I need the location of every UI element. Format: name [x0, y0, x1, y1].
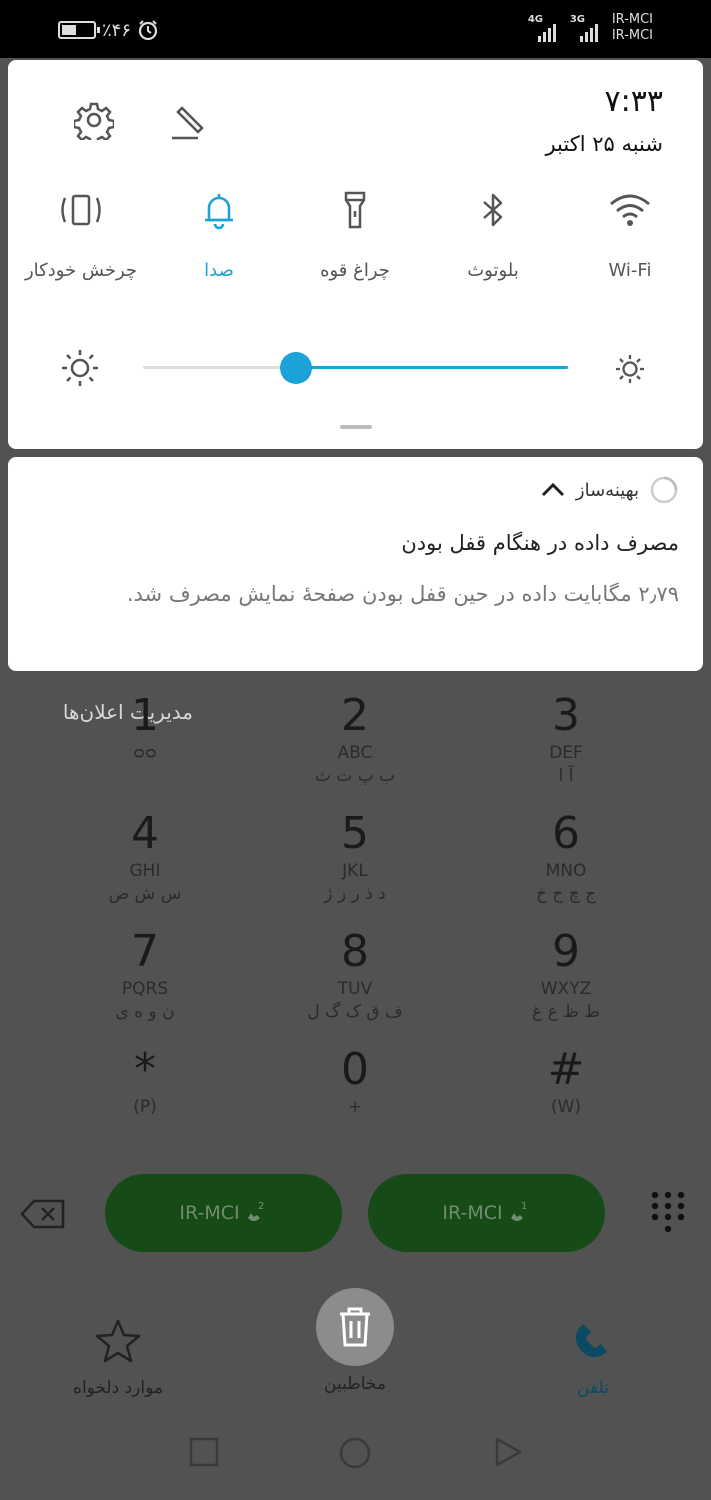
svg-text:1: 1: [521, 1201, 527, 1212]
dialpad-key[interactable]: 5 JKL د ذ ر ز ژ: [255, 808, 455, 906]
brightness-row: [8, 330, 703, 400]
back-triangle-icon[interactable]: [492, 1436, 524, 1468]
optimizer-app-icon: [650, 476, 678, 504]
settings-gear-icon[interactable]: [74, 100, 114, 140]
dialpad-key[interactable]: 9 WXYZ ط ظ ع غ: [466, 926, 666, 1024]
dialpad-key[interactable]: # (W): [466, 1044, 666, 1118]
carrier-names: IR-MCI IR-MCI: [611, 12, 653, 43]
dialpad-key-farsi-letters: ب پ ت ث: [314, 766, 396, 786]
dialpad-key-digit: 8: [341, 926, 369, 977]
signal-icon-sim1: 4G: [528, 12, 562, 42]
dialpad-key-digit: *: [134, 1044, 156, 1095]
call-button-sim2[interactable]: IR-MCI 2: [105, 1174, 342, 1252]
dialpad-key-letters: DEF: [549, 743, 583, 763]
wifi-icon: [610, 194, 650, 226]
brightness-slider[interactable]: [143, 366, 568, 369]
tab-phone[interactable]: تلفن: [503, 1318, 683, 1398]
dialpad-key-farsi-letters: د ذ ر ز ژ: [324, 884, 386, 904]
phone-icon: [575, 1324, 607, 1358]
notification-title: مصرف داده در هنگام قفل بودن: [401, 531, 679, 555]
dialpad-key[interactable]: 1 ᴑᴑ: [45, 690, 245, 764]
dialpad-key-farsi-letters: س ش ص: [108, 884, 182, 904]
dialpad-key-letters: ᴑᴑ: [133, 743, 157, 763]
dialpad-key-letters: (P): [133, 1097, 157, 1117]
dialpad-key-letters: WXYZ: [540, 979, 592, 999]
dialpad-key-digit: 3: [552, 690, 580, 741]
status-right: 4G 3G IR-MCI IR-MCI: [528, 12, 653, 44]
signal-icon-sim2: 3G: [570, 12, 604, 42]
dialpad-key-letters: PQRS: [121, 979, 169, 999]
brightness-high-icon: [62, 350, 98, 386]
tab-contacts[interactable]: مخاطبین: [265, 1318, 445, 1394]
tile-flashlight[interactable]: چراغ قوه: [290, 190, 420, 281]
dialpad-key-digit: 7: [131, 926, 159, 977]
brightness-slider-thumb[interactable]: [279, 352, 312, 384]
tile-wifi[interactable]: Wi-Fi: [565, 190, 695, 281]
dialpad-key-letters: GHI: [129, 861, 161, 881]
star-icon: [95, 1319, 141, 1363]
status-left: ٪۴۶: [58, 16, 159, 44]
dialpad-toggle-icon[interactable]: [650, 1190, 686, 1236]
dialpad-key-farsi-letters: ط ظ ع غ: [532, 1002, 600, 1022]
battery-percent: ٪۴۶: [102, 19, 132, 41]
auto-rotate-icon: [61, 194, 101, 226]
dialpad-key-digit: 5: [341, 808, 369, 859]
dialpad-key-farsi-letters: آ ا: [558, 766, 574, 786]
flashlight-icon: [344, 191, 366, 229]
dialpad-key-letters: (W): [550, 1097, 582, 1117]
dialpad-key-digit: 0: [341, 1044, 369, 1095]
tile-auto-rotate[interactable]: چرخش خودکار: [16, 190, 146, 281]
dialpad-key-digit: 2: [341, 690, 369, 741]
dialpad-key-farsi-letters: ف ق ک گ ل: [307, 1002, 403, 1022]
alarm-icon: [138, 20, 158, 41]
dialpad-key-letters: +: [347, 1097, 363, 1117]
dialpad-key-digit: 6: [552, 808, 580, 859]
brightness-low-icon: [616, 355, 644, 383]
dialpad-key[interactable]: 0 +: [255, 1044, 455, 1118]
call-button-sim1[interactable]: IR-MCI 1: [368, 1174, 605, 1252]
tile-bluetooth[interactable]: بلوتوث: [428, 190, 558, 281]
recents-square-icon[interactable]: [188, 1436, 220, 1468]
quick-settings-panel: ۷:۳۳ شنبه ۲۵ اکتبر چرخش خودکار صدا چراغ …: [8, 60, 703, 449]
clock-date: شنبه ۲۵ اکتبر: [545, 132, 663, 156]
dialpad-key[interactable]: 6 MNO ج چ ح خ: [466, 808, 666, 906]
dialpad-key[interactable]: 7 PQRS ن و ه ی: [45, 926, 245, 1024]
dialpad-key-digit: 9: [552, 926, 580, 977]
backspace-icon[interactable]: [20, 1198, 66, 1230]
dialpad-key-digit: #: [547, 1044, 585, 1095]
dialpad-key-letters: MNO: [545, 861, 587, 881]
contacts-icon: [265, 1318, 445, 1364]
panel-drag-handle[interactable]: [340, 425, 372, 429]
phone-sim1-icon: 1: [510, 1201, 527, 1221]
dialpad-key-digit: 1: [131, 690, 159, 741]
phone-sim2-icon: 2: [247, 1201, 264, 1221]
bell-icon: [205, 194, 233, 230]
dialpad-key-digit: 4: [131, 808, 159, 859]
dialpad-key[interactable]: 8 TUV ف ق ک گ ل: [255, 926, 455, 1024]
dialpad-key-letters: JKL: [342, 861, 368, 881]
dialpad-key[interactable]: * (P): [45, 1044, 245, 1118]
svg-text:2: 2: [258, 1201, 264, 1212]
dialpad-key-farsi-letters: ن و ه ی: [115, 1002, 175, 1022]
notification-header: بهینه‌ساز: [540, 475, 679, 505]
dialpad-key[interactable]: 4 GHI س ش ص: [45, 808, 245, 906]
status-bar: ٪۴۶ 4G 3G IR-MCI IR-MCI: [0, 0, 711, 58]
notification-card[interactable]: بهینه‌ساز مصرف داده در هنگام قفل بودن ۲٫…: [8, 457, 703, 671]
clock-time: ۷:۳۳: [604, 84, 663, 119]
notification-app-name: بهینه‌ساز: [575, 479, 639, 501]
dialpad-key-letters: TUV: [337, 979, 373, 999]
edit-pencil-icon[interactable]: [168, 102, 212, 142]
dialpad-key-letters: ABC: [337, 743, 373, 763]
dialpad-key-farsi-letters: ج چ ح خ: [535, 884, 597, 904]
tab-favorites[interactable]: موارد دلخواه: [28, 1318, 208, 1398]
dialpad-key[interactable]: 2 ABC ب پ ت ث: [255, 690, 455, 788]
chevron-up-icon[interactable]: [540, 480, 566, 500]
tile-sound[interactable]: صدا: [154, 190, 284, 281]
home-circle-icon[interactable]: [338, 1436, 372, 1470]
dialpad-key[interactable]: 3 DEF آ ا: [466, 690, 666, 788]
bluetooth-icon: [483, 193, 503, 227]
battery-icon: [58, 21, 100, 39]
notification-body: ۲٫۷۹ مگابایت داده در حین قفل بودن صفحهٔ …: [126, 582, 679, 606]
